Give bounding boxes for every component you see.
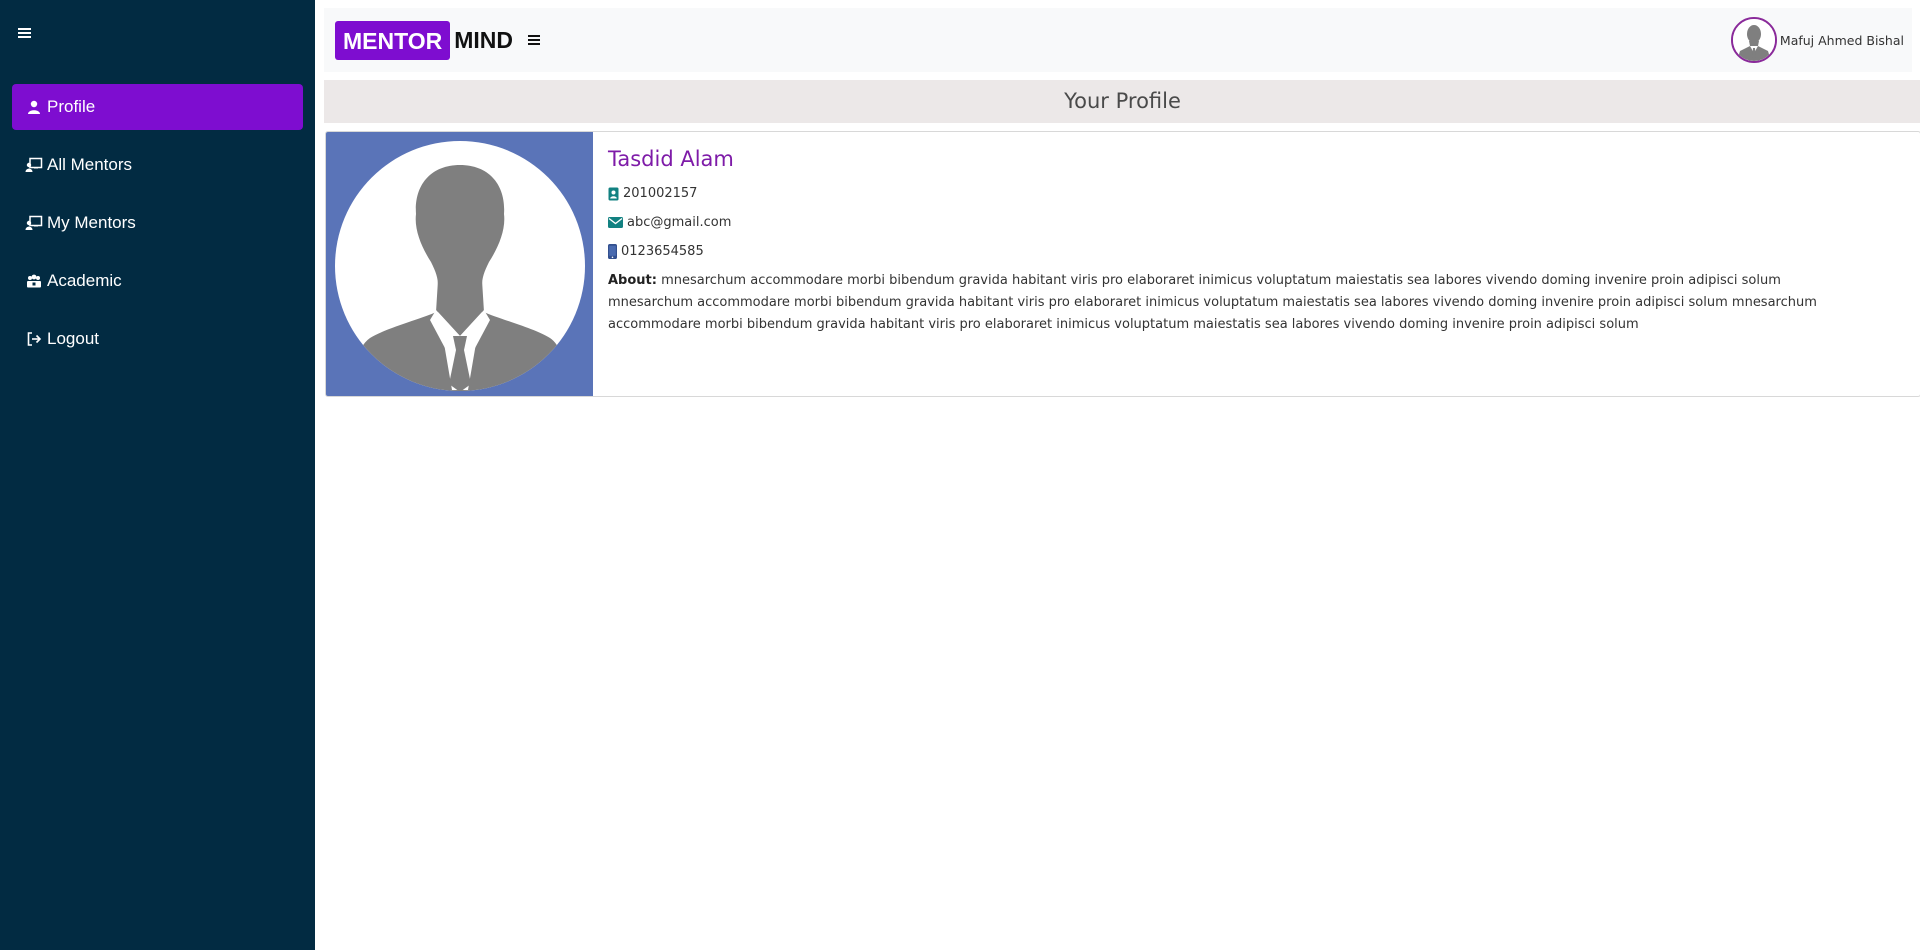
user-icon xyxy=(25,98,43,116)
mobile-phone-icon xyxy=(608,244,617,259)
user-menu[interactable]: Mafuj Ahmed Bishal xyxy=(1730,17,1904,63)
sidebar-item-profile[interactable]: Profile xyxy=(12,84,303,130)
profile-photo xyxy=(326,132,593,396)
sidebar-toggle-hamburger-icon[interactable] xyxy=(16,24,34,42)
header-menu-hamburger-icon[interactable] xyxy=(526,32,542,48)
sidebar-item-label: Logout xyxy=(47,329,99,348)
sidebar-item-label: Profile xyxy=(47,97,96,116)
sidebar-item-my-mentors[interactable]: My Mentors xyxy=(12,200,303,246)
email-row: abc@gmail.com xyxy=(608,213,1860,232)
chalkboard-teacher-icon xyxy=(25,214,43,232)
phone: 0123654585 xyxy=(621,244,704,259)
brand-mind-text: MIND xyxy=(454,27,514,53)
student-id: 201002157 xyxy=(623,186,698,201)
student-name: Tasdid Alam xyxy=(608,147,734,171)
person-avatar-icon xyxy=(1730,17,1777,63)
person-silhouette-icon xyxy=(335,141,585,391)
about-label: About: xyxy=(608,273,657,288)
sidebar-item-academic[interactable]: Academic xyxy=(12,258,303,304)
sidebar-item-label: My Mentors xyxy=(47,213,136,232)
brand-mentor-text: MENTOR xyxy=(335,20,451,60)
about-text: mnesarchum accommodare morbi bibendum gr… xyxy=(608,273,1817,332)
sidebar-nav: Profile All Mentors My Mentors Academic … xyxy=(12,84,303,374)
sidebar: Profile All Mentors My Mentors Academic … xyxy=(0,0,315,950)
sidebar-item-label: All Mentors xyxy=(47,155,133,174)
student-id-row: 201002157 xyxy=(608,184,1860,203)
page-title-bar: Your Profile xyxy=(324,80,1920,123)
chalkboard-teacher-icon xyxy=(25,156,43,174)
about-section: About: mnesarchum accommodare morbi bibe… xyxy=(608,270,1860,336)
top-header: MENTOR MIND Mafuj Ahmed Bishal xyxy=(324,8,1912,72)
brand-logo[interactable]: MENTOR MIND xyxy=(335,20,513,60)
envelope-icon xyxy=(608,217,623,228)
group-icon xyxy=(25,272,43,290)
id-badge-icon xyxy=(608,187,619,201)
email: abc@gmail.com xyxy=(627,215,732,230)
profile-card: Tasdid Alam 201002157 abc@gmail.com 0123… xyxy=(325,131,1920,397)
sidebar-item-logout[interactable]: Logout xyxy=(12,316,303,362)
phone-row: 0123654585 xyxy=(608,242,1860,261)
sidebar-item-all-mentors[interactable]: All Mentors xyxy=(12,142,303,188)
sidebar-item-label: Academic xyxy=(47,271,122,290)
logout-icon xyxy=(25,330,43,348)
page-title: Your Profile xyxy=(1064,89,1181,113)
user-name: Mafuj Ahmed Bishal xyxy=(1779,32,1904,48)
profile-info: Tasdid Alam 201002157 abc@gmail.com 0123… xyxy=(608,146,1860,336)
